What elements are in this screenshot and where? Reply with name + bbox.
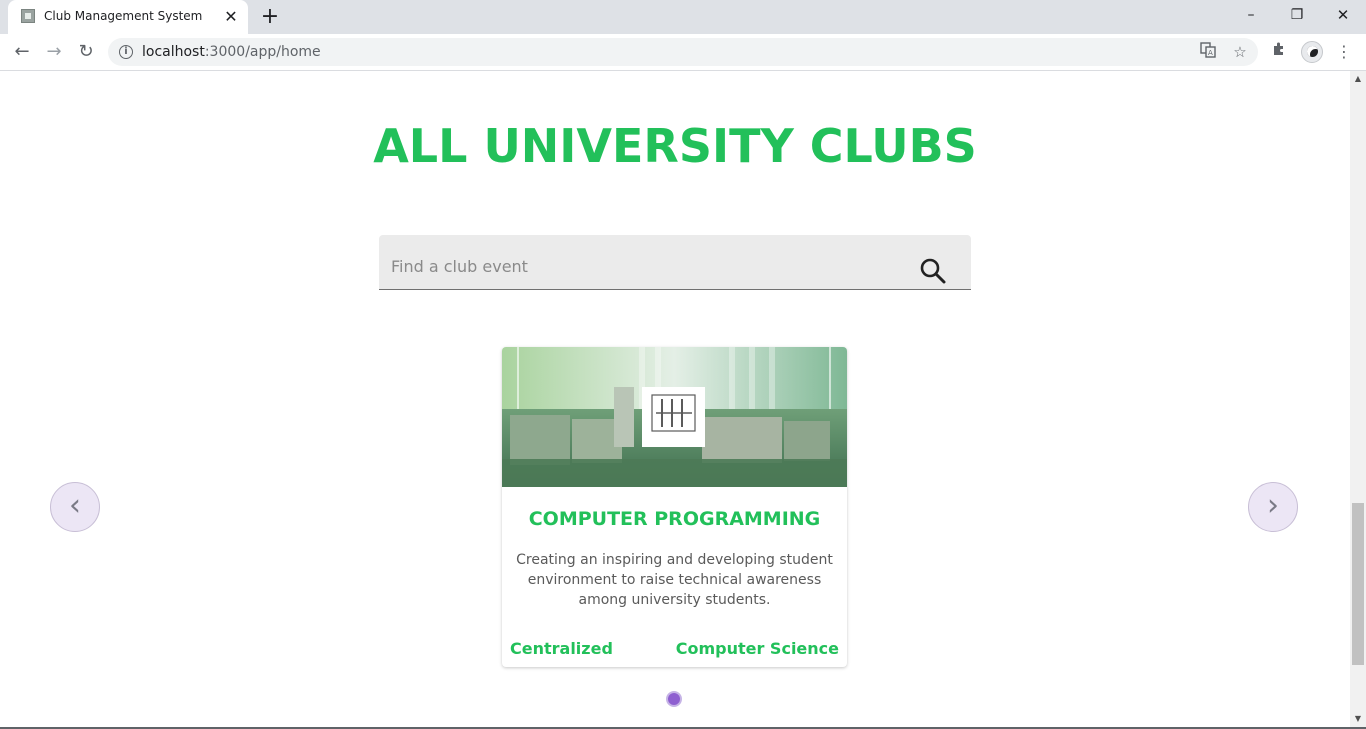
search-input[interactable] (391, 255, 891, 277)
tab-close-icon[interactable]: ✕ (222, 8, 240, 26)
carousel-next-button[interactable]: › (1248, 482, 1298, 532)
scrollbar-thumb[interactable] (1352, 503, 1364, 665)
club-department-label: Computer Science (675, 639, 839, 658)
club-card[interactable]: COMPUTER PROGRAMMING Creating an inspiri… (502, 347, 847, 667)
club-card-image (502, 347, 847, 487)
new-tab-button[interactable]: + (258, 5, 282, 29)
carousel-indicator-dot[interactable] (666, 691, 682, 707)
forward-button[interactable]: → (42, 40, 66, 64)
translate-icon[interactable]: A (1198, 42, 1218, 62)
club-card-title: COMPUTER PROGRAMMING (528, 508, 821, 530)
carousel-prev-button[interactable]: ‹ (50, 482, 100, 532)
extensions-puzzle-icon[interactable] (1268, 41, 1290, 63)
browser-tab[interactable]: Club Management System ✕ (8, 0, 248, 34)
url-text[interactable]: localhost:3000/app/home (142, 44, 321, 60)
page-title: ALL UNIVERSITY CLUBS (373, 119, 977, 173)
address-bar[interactable]: i localhost:3000/app/home A ☆ (108, 38, 1258, 66)
reload-button[interactable]: ↻ (74, 40, 98, 64)
restore-button[interactable]: ❐ (1274, 0, 1320, 32)
bookmark-star-icon[interactable]: ☆ (1230, 42, 1250, 62)
tab-title: Club Management System (44, 9, 203, 23)
minimize-button[interactable]: – (1228, 0, 1274, 32)
club-type-label: Centralized (510, 639, 613, 658)
browser-toolbar: ← → ↻ i localhost:3000/app/home A ☆ ⋮ (0, 34, 1366, 71)
svg-text:A: A (1208, 49, 1213, 57)
scroll-up-arrow-icon[interactable]: ▲ (1350, 71, 1366, 87)
tab-favicon-icon (21, 9, 35, 23)
club-card-description: Creating an inspiring and developing stu… (516, 552, 833, 608)
scroll-down-arrow-icon[interactable]: ▼ (1350, 711, 1366, 727)
close-window-button[interactable]: ✕ (1320, 0, 1366, 32)
browser-tab-bar: Club Management System ✕ + – ❐ ✕ (0, 0, 1366, 34)
search-bar[interactable] (379, 235, 971, 290)
site-info-icon[interactable]: i (119, 45, 133, 59)
search-icon[interactable] (919, 257, 947, 285)
profile-avatar[interactable] (1301, 41, 1323, 63)
page-scrollbar[interactable]: ▲ ▼ (1350, 71, 1366, 727)
page-viewport: ALL UNIVERSITY CLUBS ‹ › (0, 71, 1350, 727)
back-button[interactable]: ← (10, 40, 34, 64)
browser-menu-icon[interactable]: ⋮ (1333, 41, 1355, 63)
